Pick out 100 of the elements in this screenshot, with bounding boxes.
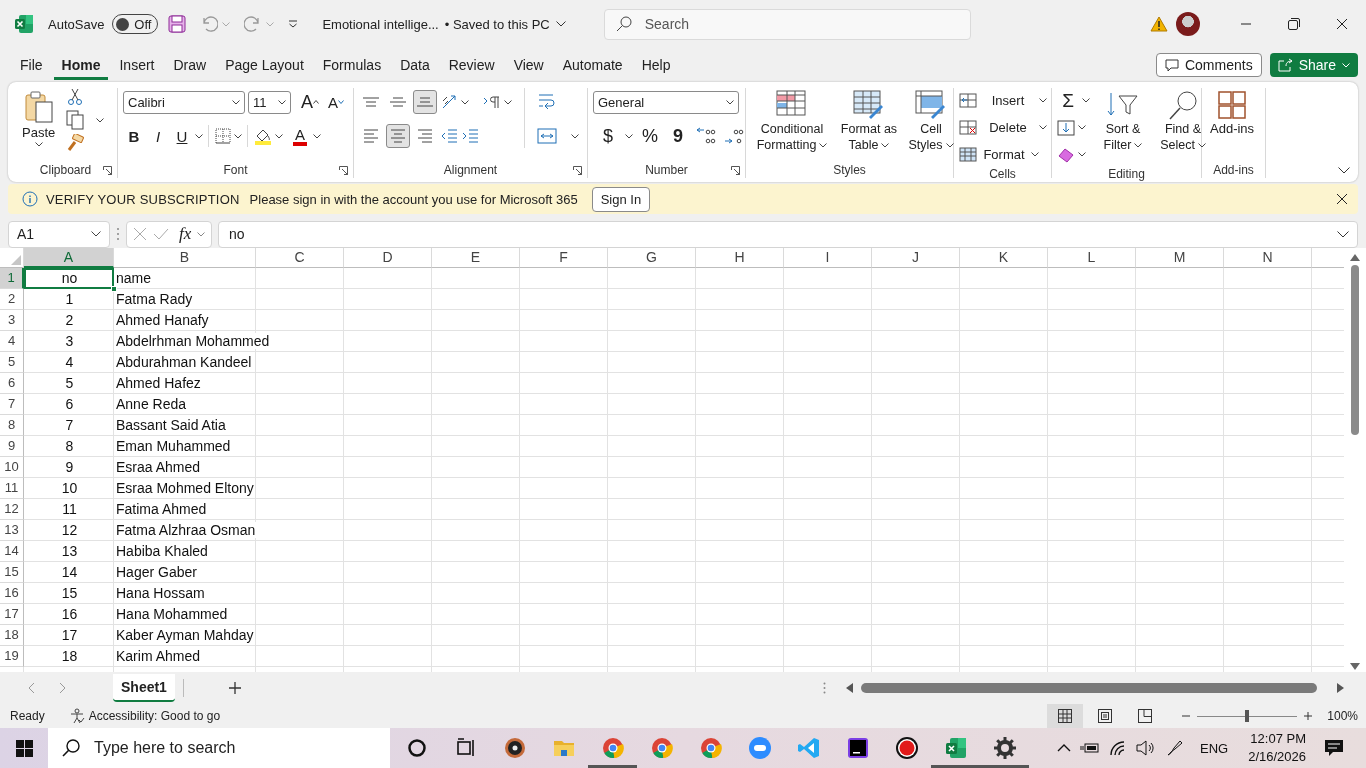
cells-button[interactable]: Delete: [959, 115, 1047, 140]
styles-button[interactable]: Format as Table: [835, 88, 903, 155]
name-box[interactable]: A1: [8, 220, 110, 248]
notifications-icon[interactable]: [1324, 739, 1344, 757]
wifi-icon[interactable]: [1109, 740, 1127, 756]
caret-icon[interactable]: [625, 133, 633, 139]
taskbar-search-field[interactable]: Type here to search: [48, 728, 390, 768]
scroll-left-icon[interactable]: [846, 683, 853, 693]
share-button[interactable]: Share: [1269, 53, 1358, 77]
menu-tab[interactable]: Data: [392, 50, 438, 80]
scroll-up-icon[interactable]: [1350, 254, 1360, 261]
font-size-dropdown[interactable]: 11: [248, 90, 291, 114]
brush-icon[interactable]: [66, 134, 85, 152]
dialog-launcher-icon[interactable]: [339, 165, 348, 175]
menu-tab[interactable]: Formulas: [314, 50, 390, 80]
normal-view-button[interactable]: [1047, 704, 1084, 728]
fill-color-icon[interactable]: [253, 127, 273, 145]
menu-tab[interactable]: Automate: [554, 50, 631, 80]
caret-icon[interactable]: [571, 133, 579, 139]
start-icon[interactable]: [15, 739, 33, 757]
number-style-button[interactable]: $: [597, 124, 619, 148]
row-header[interactable]: 3: [0, 310, 24, 331]
scroll-thumb[interactable]: [1351, 265, 1359, 435]
shrink-font-button[interactable]: A: [325, 90, 348, 114]
row-header[interactable]: 12: [0, 499, 24, 520]
caret-icon[interactable]: [234, 133, 242, 139]
zoom-thumb[interactable]: [1245, 710, 1250, 722]
close-icon[interactable]: [1336, 18, 1348, 30]
editing-button[interactable]: Sort & Filter: [1096, 88, 1150, 155]
font-style-button[interactable]: U: [171, 124, 193, 148]
menu-tab[interactable]: Help: [633, 50, 679, 80]
save-icon[interactable]: [168, 15, 187, 33]
row-header[interactable]: 6: [0, 373, 24, 394]
horizontal-scroll-thumb[interactable]: [861, 683, 1317, 693]
close-icon[interactable]: [1336, 193, 1348, 205]
orientation-icon[interactable]: [440, 93, 458, 111]
dialog-launcher-icon[interactable]: [103, 165, 112, 175]
row-header[interactable]: 8: [0, 415, 24, 436]
cells-button[interactable]: Format: [959, 142, 1039, 167]
add-ins-button[interactable]: Add-ins: [1207, 88, 1258, 139]
fill-down-icon[interactable]: [1057, 119, 1075, 136]
caret-icon[interactable]: [275, 133, 283, 139]
merge-cells-icon[interactable]: [537, 127, 557, 145]
clock-date[interactable]: 2/16/2026: [1248, 748, 1306, 766]
menu-tab[interactable]: File: [12, 50, 51, 80]
row-header[interactable]: 15: [0, 562, 24, 583]
caret-icon[interactable]: [1082, 98, 1090, 103]
accessibility-status[interactable]: Accessibility: Good to go: [88, 709, 221, 723]
row-header[interactable]: 16: [0, 583, 24, 604]
sheet-tab[interactable]: Sheet1: [113, 674, 175, 702]
number-format-dropdown[interactable]: General: [593, 90, 739, 114]
row-header[interactable]: 5: [0, 352, 24, 373]
column-header[interactable]: A: [24, 248, 114, 268]
scissors-icon[interactable]: [66, 88, 85, 106]
menu-tab[interactable]: Draw: [165, 50, 215, 80]
caret-icon[interactable]: [96, 117, 105, 123]
menu-tab[interactable]: Review: [440, 50, 503, 80]
row-header[interactable]: 9: [0, 436, 24, 457]
search-field[interactable]: Search: [603, 8, 971, 40]
number-style-button[interactable]: %: [639, 124, 661, 148]
number-style-button[interactable]: 9: [667, 124, 689, 148]
caret-icon[interactable]: [504, 99, 512, 105]
comments-button[interactable]: Comments: [1155, 53, 1262, 77]
row-header[interactable]: 19: [0, 646, 24, 667]
font-style-button[interactable]: I: [147, 124, 169, 148]
row-header[interactable]: 17: [0, 604, 24, 625]
align-center-button[interactable]: [386, 124, 410, 148]
wrap-text-icon[interactable]: [537, 92, 557, 112]
document-title-button[interactable]: Emotional intellige... • Saved to this PC: [322, 16, 566, 32]
dialog-launcher-icon[interactable]: [731, 165, 740, 175]
sign-in-button[interactable]: Sign In: [591, 186, 651, 212]
collapse-ribbon-icon[interactable]: [1338, 167, 1350, 174]
font-style-button[interactable]: B: [123, 124, 145, 148]
eraser-icon[interactable]: [1057, 146, 1075, 163]
styles-button[interactable]: Cell Styles: [905, 88, 957, 155]
editing-button[interactable]: Find & Select: [1156, 88, 1210, 155]
cells-button[interactable]: Insert: [959, 88, 1047, 113]
font-color-button[interactable]: A: [289, 124, 311, 148]
zoom-level[interactable]: 100%: [1327, 709, 1358, 723]
language-indicator[interactable]: ENG: [1200, 740, 1229, 756]
caret-icon[interactable]: [1078, 125, 1086, 130]
menu-tab[interactable]: Page Layout: [217, 50, 312, 80]
volume-icon[interactable]: [1136, 740, 1156, 756]
caret-icon[interactable]: [1078, 152, 1086, 157]
menu-tab[interactable]: Insert: [111, 50, 163, 80]
row-header[interactable]: 18: [0, 625, 24, 646]
restore-icon[interactable]: [1288, 18, 1300, 30]
row-header[interactable]: 10: [0, 457, 24, 478]
row-header[interactable]: 11: [0, 478, 24, 499]
scroll-right-icon[interactable]: [1337, 683, 1344, 693]
avatar[interactable]: [1176, 12, 1200, 36]
scroll-down-icon[interactable]: [1350, 663, 1360, 670]
caret-icon[interactable]: [195, 133, 203, 139]
menu-tab[interactable]: View: [505, 50, 552, 80]
row-header[interactable]: 4: [0, 331, 24, 352]
insert-function-button[interactable]: fx: [179, 224, 192, 244]
font-name-dropdown[interactable]: Calibri: [123, 90, 245, 114]
increase-decimal-icon[interactable]: [695, 126, 717, 146]
formula-field[interactable]: no: [218, 220, 1358, 248]
menu-tab[interactable]: Home: [53, 50, 109, 80]
